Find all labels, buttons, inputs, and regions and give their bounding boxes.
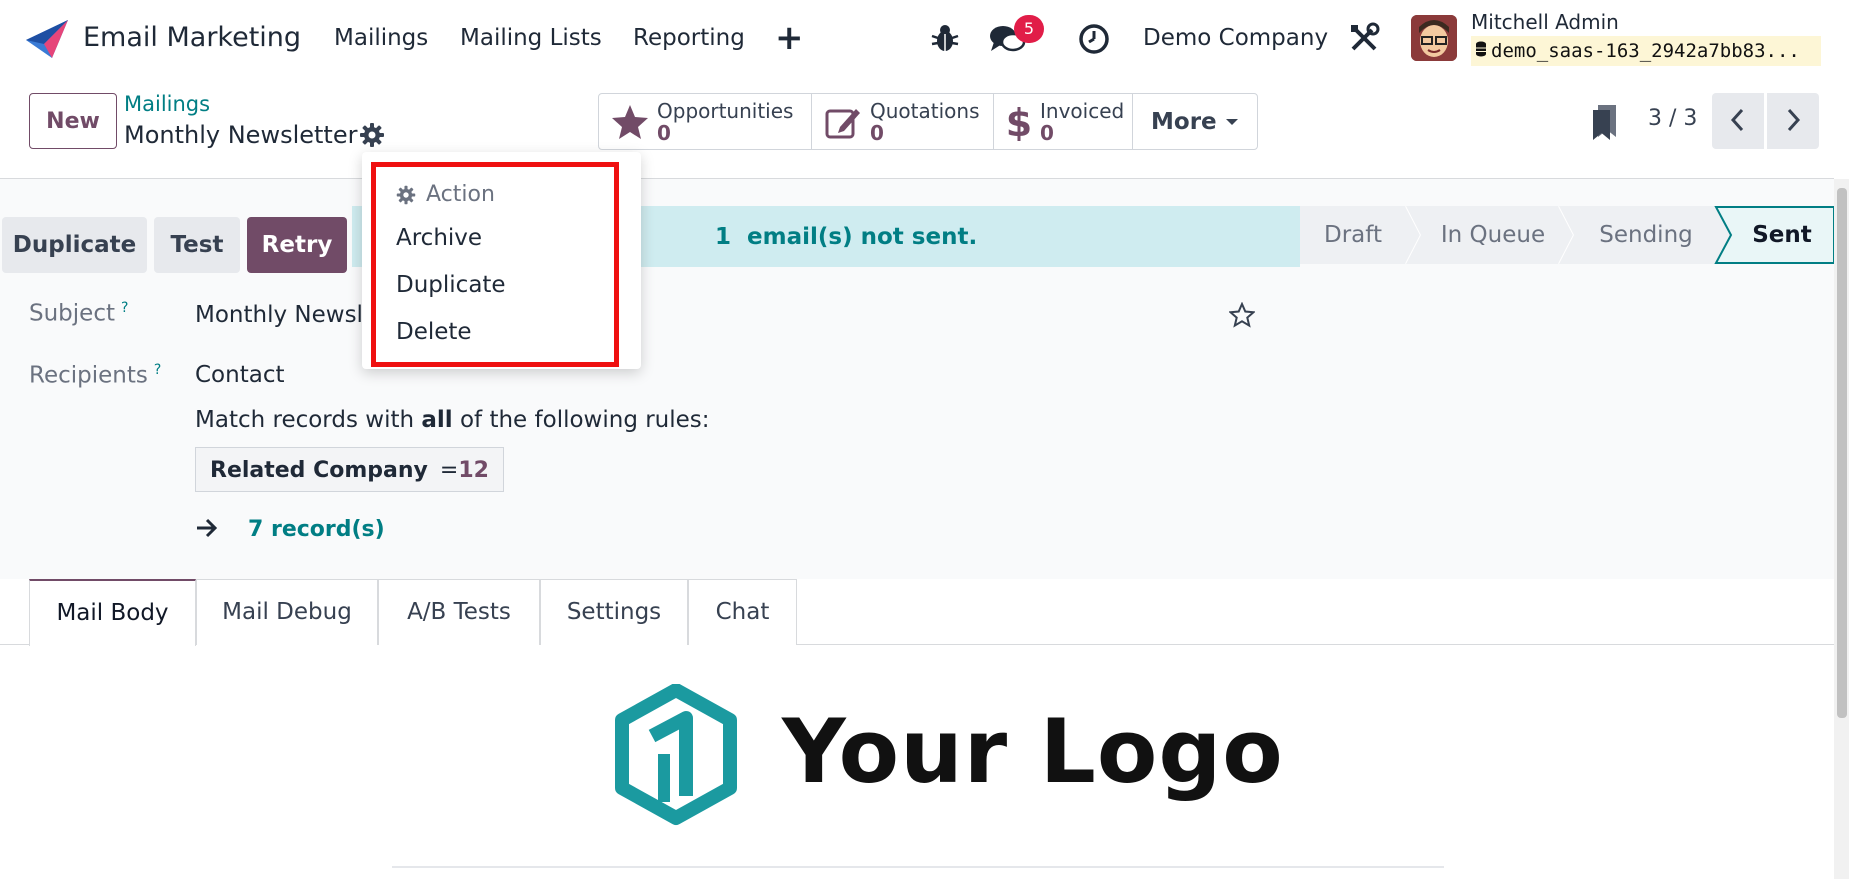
help-tooltip-icon[interactable]: ? xyxy=(154,362,161,378)
tab-mail-body[interactable]: Mail Body xyxy=(29,579,196,646)
pencil-square-icon xyxy=(825,108,860,138)
company-switcher[interactable]: Demo Company xyxy=(1143,25,1328,51)
stage-sent[interactable]: Sent xyxy=(1730,206,1834,264)
pager-next-button[interactable] xyxy=(1767,93,1819,149)
domain-rule-chip[interactable]: Related Company =12 xyxy=(195,447,504,492)
stage-in-queue[interactable]: In Queue xyxy=(1418,206,1568,264)
chevron-left-icon xyxy=(1730,108,1744,131)
rule-value: 12 xyxy=(458,458,489,483)
mail-divider xyxy=(392,866,1444,868)
alert-message: 1 email(s) not sent. xyxy=(715,224,977,250)
plus-icon[interactable]: + xyxy=(775,18,804,58)
stage-sending[interactable]: Sending xyxy=(1572,206,1720,264)
app-name[interactable]: Email Marketing xyxy=(83,22,301,53)
your-logo-icon xyxy=(615,684,737,825)
caret-down-icon xyxy=(1225,118,1238,125)
status-stage-bar: Draft In Queue Sending Sent xyxy=(1300,206,1836,264)
database-name-text: demo_saas-163_2942a7bb83... xyxy=(1491,40,1800,62)
smart-button-value: 0 xyxy=(870,120,884,145)
arrow-right-icon xyxy=(197,518,218,538)
bookmarks-icon[interactable] xyxy=(1590,103,1620,141)
menu-reporting[interactable]: Reporting xyxy=(633,25,745,51)
highlight-box xyxy=(371,162,619,367)
gear-icon[interactable] xyxy=(359,122,385,148)
rule-field-name: Related Company xyxy=(210,458,428,483)
chat-notification-badge: 5 xyxy=(1014,15,1044,43)
smart-button-value: 0 xyxy=(1040,120,1054,145)
chevron-right-icon xyxy=(1787,108,1801,131)
user-name[interactable]: Mitchell Admin xyxy=(1471,10,1619,34)
smart-button-value: 0 xyxy=(657,120,671,145)
tools-icon[interactable] xyxy=(1348,22,1380,54)
tab-chat[interactable]: Chat xyxy=(688,579,797,645)
more-label: More xyxy=(1151,108,1217,135)
email-marketing-logo-icon[interactable] xyxy=(24,18,70,60)
recipients-label-text: Recipients xyxy=(29,362,148,389)
recipients-field[interactable]: Contact xyxy=(195,362,284,388)
database-icon xyxy=(1476,41,1486,57)
stage-draft[interactable]: Draft xyxy=(1300,206,1406,264)
smart-button-label: Opportunities xyxy=(657,98,794,123)
domain-description: Match records with all of the following … xyxy=(195,407,710,433)
recipients-label: Recipients? xyxy=(29,362,161,389)
scrollbar-thumb[interactable] xyxy=(1837,188,1847,718)
rule-suffix: of the following rules: xyxy=(459,407,710,433)
pager-previous-button[interactable] xyxy=(1712,93,1764,149)
smart-button-label: Quotations xyxy=(870,98,980,123)
subject-field[interactable]: Monthly Newsl xyxy=(195,302,363,328)
tab-mail-debug[interactable]: Mail Debug xyxy=(196,579,378,645)
notebook-tabs: Mail Body Mail Debug A/B Tests Settings … xyxy=(0,579,1834,646)
breadcrumb-mailings[interactable]: Mailings xyxy=(124,92,210,116)
alert-count: 1 xyxy=(715,224,732,250)
subject-label: Subject? xyxy=(29,300,128,327)
alert-message-text: email(s) not sent. xyxy=(747,224,978,250)
pager-value[interactable]: 3 / 3 xyxy=(1648,106,1697,131)
smart-button-label: Invoiced xyxy=(1040,98,1125,123)
top-navbar: Email Marketing Mailings Mailing Lists R… xyxy=(0,0,1849,77)
test-button[interactable]: Test xyxy=(154,217,240,273)
rule-prefix: Match records with xyxy=(195,407,415,433)
subject-label-text: Subject xyxy=(29,300,115,327)
rule-operator: = xyxy=(439,458,459,483)
star-icon xyxy=(612,104,648,139)
star-outline-icon[interactable] xyxy=(1229,302,1255,328)
tab-settings[interactable]: Settings xyxy=(540,579,688,645)
rule-all-keyword: all xyxy=(421,407,453,433)
tab-ab-tests[interactable]: A/B Tests xyxy=(378,579,540,645)
database-name: demo_saas-163_2942a7bb83... xyxy=(1471,36,1821,66)
logo-text: Your Logo xyxy=(782,700,1284,803)
help-tooltip-icon[interactable]: ? xyxy=(121,300,128,316)
user-avatar[interactable] xyxy=(1411,15,1457,61)
clock-icon[interactable] xyxy=(1078,23,1110,55)
opportunities-smart-button[interactable]: Opportunities 0 xyxy=(599,94,812,149)
invoiced-smart-button[interactable]: $ Invoiced 0 xyxy=(994,94,1133,149)
new-button[interactable]: New xyxy=(29,93,117,149)
duplicate-button[interactable]: Duplicate xyxy=(2,217,147,273)
bug-icon[interactable] xyxy=(930,22,960,54)
dollar-icon: $ xyxy=(1006,103,1032,141)
smart-buttons: Opportunities 0 Quotations 0 $ Invoiced … xyxy=(598,93,1258,150)
quotations-smart-button[interactable]: Quotations 0 xyxy=(812,94,994,149)
record-title: Monthly Newsletter xyxy=(124,121,358,149)
retry-button[interactable]: Retry xyxy=(247,217,347,273)
menu-mailing-lists[interactable]: Mailing Lists xyxy=(460,25,602,51)
svg-text:$: $ xyxy=(1006,103,1032,141)
more-smart-buttons-dropdown[interactable]: More xyxy=(1133,94,1257,149)
records-count-link[interactable]: 7 record(s) xyxy=(248,517,385,542)
menu-mailings[interactable]: Mailings xyxy=(334,25,428,51)
